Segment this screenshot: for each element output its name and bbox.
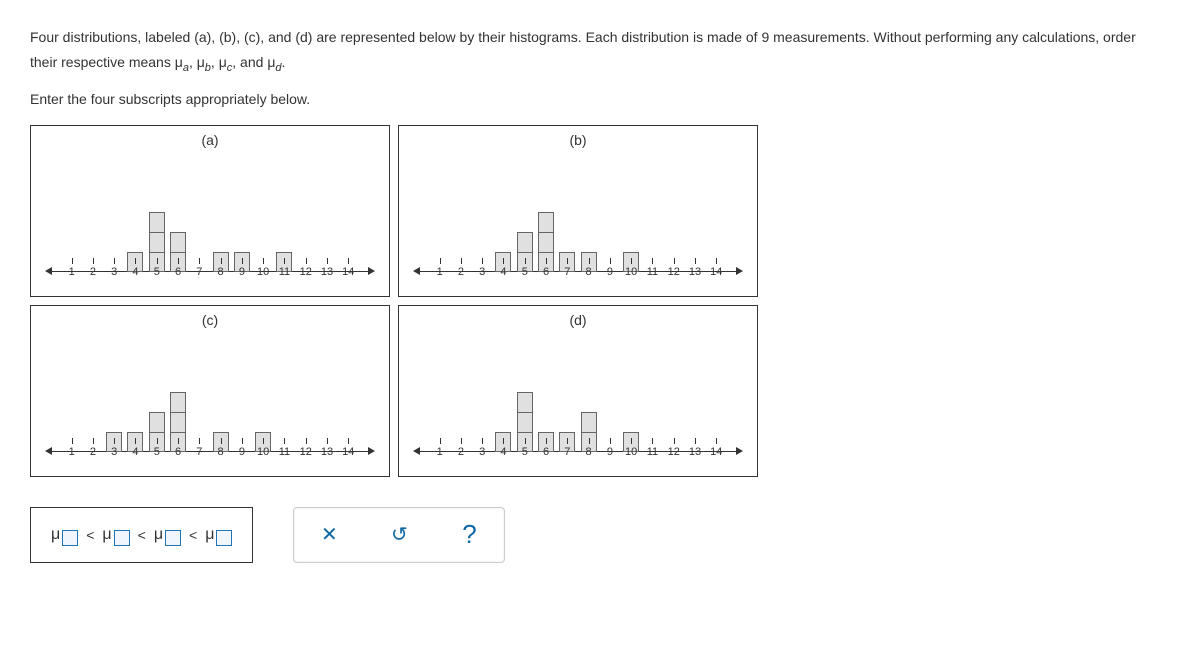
tick-label: 11 [642,266,663,278]
answer-row: μ < μ < μ < μ ✕ ↺ ? [30,507,1157,563]
reset-button[interactable]: ↺ [384,522,414,547]
tick-label: 5 [514,446,535,458]
tick-label: 9 [231,266,252,278]
tick-label: 7 [189,446,210,458]
tick-label: 11 [642,446,663,458]
chart-panel-a: (a) 1234567891011121314 [30,125,390,297]
chart-label-c: (c) [31,312,389,328]
tick-label: 11 [274,266,295,278]
tick-label: 10 [253,266,274,278]
tick-label: 5 [514,266,535,278]
mu-c: μc [219,54,233,70]
tick-label: 1 [61,266,82,278]
tick-label: 6 [535,446,556,458]
tick-label: 1 [429,266,450,278]
help-button[interactable]: ? [454,519,484,550]
tick-label: 1 [429,446,450,458]
mu-input-1[interactable]: μ [51,526,78,544]
tick-label: 4 [125,266,146,278]
chart-label-a: (a) [31,132,389,148]
tick-label: 10 [621,446,642,458]
tick-label: 2 [450,266,471,278]
tick-label: 8 [210,446,231,458]
tick-label: 11 [274,446,295,458]
mu-input-3[interactable]: μ [154,526,181,544]
tick-label: 9 [599,266,620,278]
chart-panel-c: (c) 1234567891011121314 [30,305,390,477]
tick-label: 3 [104,446,125,458]
tick-label: 13 [684,446,705,458]
tick-label: 8 [578,446,599,458]
tick-label: 8 [210,266,231,278]
tick-label: 4 [125,446,146,458]
tick-label: 8 [578,266,599,278]
chart-label-d: (d) [399,312,757,328]
tick-label: 4 [493,446,514,458]
tick-label: 14 [706,266,727,278]
tick-label: 1 [61,446,82,458]
chart-panel-d: (d) 1234567891011121314 [398,305,758,477]
tick-label: 14 [706,446,727,458]
tick-label: 9 [599,446,620,458]
chart-panel-b: (b) 1234567891011121314 [398,125,758,297]
lt-2: < [138,527,146,543]
tick-label: 3 [104,266,125,278]
lt-1: < [86,527,94,543]
clear-button[interactable]: ✕ [314,522,344,547]
tick-label: 2 [82,446,103,458]
tick-label: 14 [338,266,359,278]
instructions: Four distributions, labeled (a), (b), (c… [30,25,1157,79]
prompt-line: Enter the four subscripts appropriately … [30,91,1157,107]
tick-label: 10 [253,446,274,458]
tick-label: 6 [167,266,188,278]
tick-label: 2 [82,266,103,278]
tick-label: 12 [295,266,316,278]
mu-input-4[interactable]: μ [205,526,232,544]
tick-label: 2 [450,446,471,458]
tick-label: 7 [557,266,578,278]
control-box: ✕ ↺ ? [293,507,505,563]
tick-label: 12 [663,266,684,278]
chart-label-b: (b) [399,132,757,148]
tick-label: 13 [316,266,337,278]
tick-label: 3 [472,266,493,278]
tick-label: 6 [167,446,188,458]
tick-label: 7 [557,446,578,458]
mu-d: μd [267,54,281,70]
tick-label: 14 [338,446,359,458]
answer-box: μ < μ < μ < μ [30,507,253,563]
tick-label: 12 [663,446,684,458]
tick-label: 13 [684,266,705,278]
tick-label: 7 [189,266,210,278]
tick-label: 12 [295,446,316,458]
tick-label: 13 [316,446,337,458]
tick-label: 3 [472,446,493,458]
tick-label: 6 [535,266,556,278]
tick-label: 4 [493,266,514,278]
lt-3: < [189,527,197,543]
tick-label: 9 [231,446,252,458]
tick-label: 5 [146,446,167,458]
tick-label: 10 [621,266,642,278]
chart-grid: (a) 1234567891011121314 (b) 123456789101… [30,125,1157,477]
mu-input-2[interactable]: μ [102,526,129,544]
mu-b: μb [197,54,211,70]
tick-label: 5 [146,266,167,278]
mu-a: μa [175,54,189,70]
